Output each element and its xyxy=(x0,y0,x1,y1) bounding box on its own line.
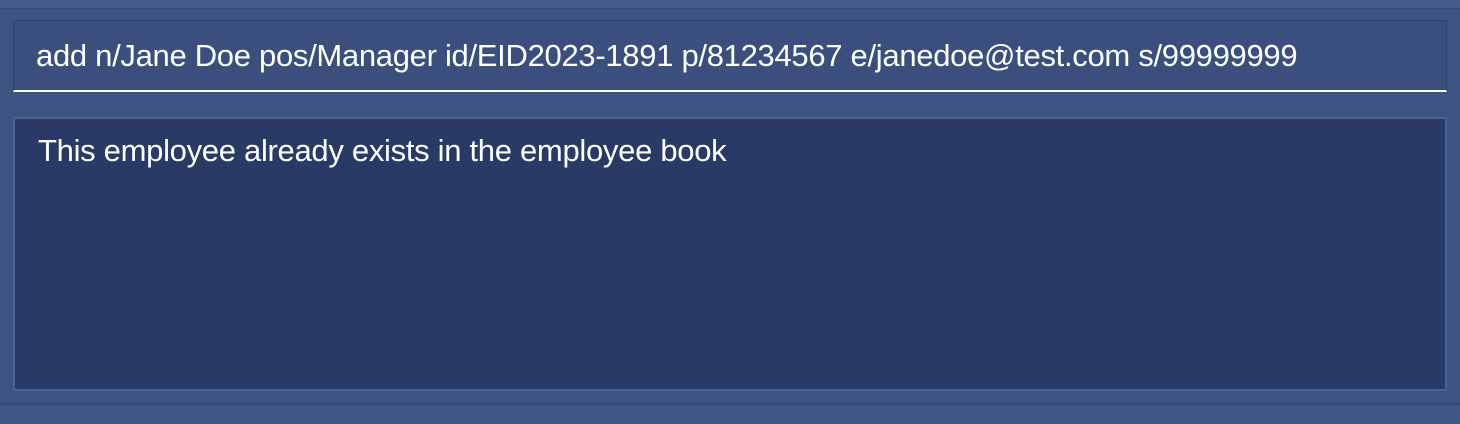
bottom-divider xyxy=(0,403,1460,424)
top-divider xyxy=(0,0,1460,9)
result-display: This employee already exists in the empl… xyxy=(13,117,1447,391)
command-input[interactable] xyxy=(14,21,1446,90)
command-box[interactable] xyxy=(13,20,1447,92)
result-message: This employee already exists in the empl… xyxy=(38,133,727,168)
